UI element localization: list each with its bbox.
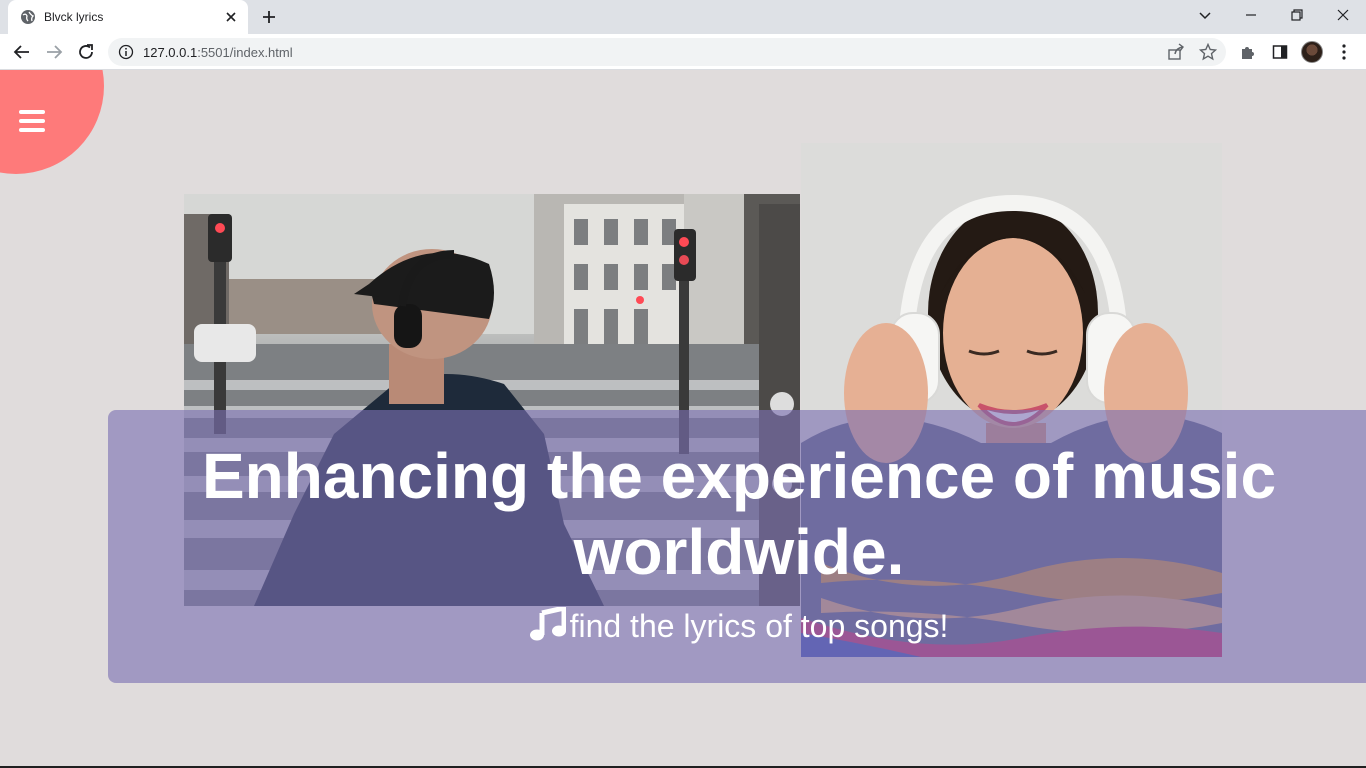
forward-arrow-icon[interactable] <box>42 40 66 64</box>
address-bar[interactable]: 127.0.0.1:5501/index.html <box>108 38 1226 66</box>
tab-search-chevron-icon[interactable] <box>1192 4 1218 28</box>
music-note-icon <box>529 607 566 641</box>
more-menu-icon[interactable] <box>1334 42 1354 62</box>
reload-icon[interactable] <box>74 40 98 64</box>
url-path: :5501/index.html <box>197 45 293 60</box>
extensions-puzzle-icon[interactable] <box>1238 42 1258 62</box>
browser-toolbar: 127.0.0.1:5501/index.html <box>0 34 1366 70</box>
restore-icon[interactable] <box>1274 0 1320 30</box>
site-info-icon[interactable] <box>118 44 134 60</box>
hero-tagline: find the lyrics of top songs! <box>108 606 1366 646</box>
hamburger-menu-icon[interactable] <box>19 110 45 132</box>
browser-tab[interactable]: Blvck lyrics <box>8 0 248 34</box>
menu-toggle-background[interactable] <box>0 70 104 174</box>
new-tab-plus-icon[interactable] <box>259 7 279 27</box>
url-text: 127.0.0.1:5501/index.html <box>143 45 293 60</box>
browser-tabstrip: Blvck lyrics <box>0 0 1366 34</box>
url-host: 127.0.0.1 <box>143 45 198 60</box>
profile-avatar[interactable] <box>1301 41 1323 63</box>
minimize-icon[interactable] <box>1228 0 1274 30</box>
globe-icon <box>21 10 35 24</box>
hero-headline-line2: worldwide. <box>573 516 905 588</box>
tab-title: Blvck lyrics <box>44 10 104 24</box>
back-arrow-icon[interactable] <box>10 40 34 64</box>
hero-headline-line1: Enhancing the experience of music <box>201 440 1277 512</box>
hero-tagline-text: find the lyrics of top songs! <box>569 608 949 644</box>
hero-headline: Enhancing the experience of music worldw… <box>108 438 1366 590</box>
close-icon[interactable] <box>222 8 240 26</box>
share-icon[interactable] <box>1166 42 1186 62</box>
bookmark-star-icon[interactable] <box>1198 42 1218 62</box>
window-close-icon[interactable] <box>1320 0 1366 30</box>
side-panel-icon[interactable] <box>1270 42 1290 62</box>
page: Enhancing the experience of music worldw… <box>0 70 1366 766</box>
